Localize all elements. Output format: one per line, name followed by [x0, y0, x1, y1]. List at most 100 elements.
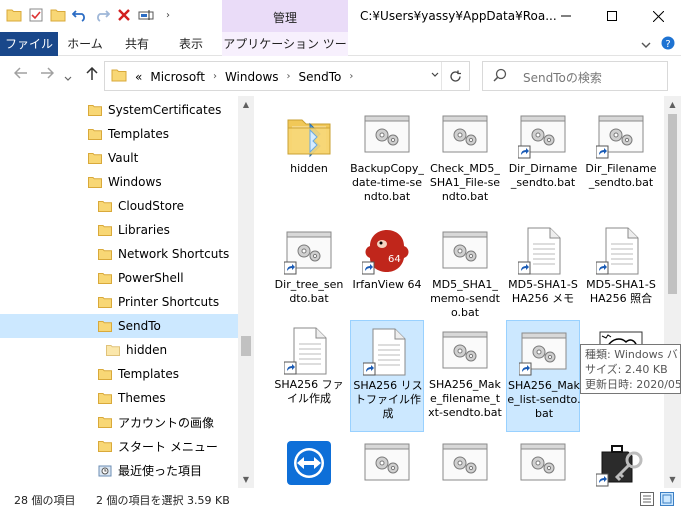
scrollbar-thumb[interactable] — [668, 114, 677, 294]
nav-item-label: SystemCertificates — [108, 103, 222, 117]
scroll-up-icon[interactable]: ▲ — [664, 100, 681, 109]
file-item[interactable]: MD5-SHA1-SHA256 メモ — [506, 220, 580, 316]
svg-text:64: 64 — [388, 254, 401, 265]
file-item[interactable]: SHA256_Make_filename_txt-sendto.bat — [428, 320, 502, 432]
minimize-button[interactable] — [543, 0, 589, 32]
folder-icon — [106, 344, 120, 356]
search-box[interactable]: SendToの検索 — [482, 61, 668, 91]
file-item-label: Dir_Filename_sendto.bat — [585, 162, 657, 189]
file-item-label: MD5-SHA1-SHA256 メモ — [508, 278, 578, 305]
file-list: hidden BackupCopy_date-time-sendto.bat Che… — [260, 96, 664, 488]
forward-button[interactable] — [40, 67, 55, 83]
rename-icon[interactable] — [138, 7, 154, 23]
folder-icon[interactable] — [6, 7, 22, 23]
folder-icon — [111, 68, 127, 85]
close-button[interactable] — [635, 0, 681, 32]
nav-item-systemcertificates[interactable]: SystemCertificates — [0, 98, 238, 122]
manage-context-tab[interactable]: 管理 — [222, 0, 348, 32]
nav-item-templates[interactable]: Templates — [0, 362, 238, 386]
file-item[interactable]: Check_MD5_SHA1_File-sendto.bat — [428, 104, 502, 216]
breadcrumb-separator-icon[interactable]: › — [287, 71, 291, 82]
breadcrumb-microsoft[interactable]: Microsoft — [150, 70, 205, 84]
nav-item-powershell[interactable]: PowerShell — [0, 266, 238, 290]
maximize-button[interactable] — [589, 0, 635, 32]
new-folder-icon[interactable] — [50, 7, 66, 23]
nav-item-label: Libraries — [118, 223, 170, 237]
tab-view[interactable]: 表示 — [162, 32, 220, 56]
folder-icon — [98, 296, 112, 308]
nav-item-sendto[interactable]: SendTo — [0, 314, 238, 338]
recent-items-icon — [98, 464, 112, 477]
nav-item-[interactable]: アカウントの画像 — [0, 410, 238, 434]
nav-item-printer-shortcuts[interactable]: Printer Shortcuts — [0, 290, 238, 314]
large-icons-view-icon[interactable] — [660, 492, 674, 506]
file-item[interactable]: MD5_SHA1_memo-sendto.bat — [428, 220, 502, 319]
address-bar[interactable]: « Microsoft › Windows › SendTo › — [104, 61, 470, 91]
breadcrumb-overflow[interactable]: « — [135, 70, 142, 84]
file-item[interactable]: Dir_tree_sendto.bat — [272, 220, 346, 316]
file-item[interactable]: TeamViewer — [272, 432, 346, 488]
customize-toolbar-icon[interactable]: › — [160, 7, 176, 23]
refresh-button[interactable] — [441, 62, 469, 90]
nav-item-themes[interactable]: Themes — [0, 386, 238, 410]
properties-icon[interactable] — [28, 7, 44, 23]
file-item[interactable]: BackupCopy_date-time-sendto.bat — [350, 104, 424, 216]
nav-item-network-shortcuts[interactable]: Network Shortcuts — [0, 242, 238, 266]
file-item-label: SHA256_Make_filename_txt-sendto.bat — [428, 378, 502, 419]
file-item[interactable]: Dir_Dirname_sendto.bat — [506, 104, 580, 216]
nav-item-[interactable]: 最近使った項目 — [0, 458, 238, 482]
breadcrumb-sendto[interactable]: SendTo — [299, 70, 342, 84]
scroll-down-icon[interactable]: ▼ — [238, 475, 254, 484]
file-item[interactable]: スタートアップ — [584, 432, 658, 488]
scroll-up-icon[interactable]: ▲ — [238, 100, 254, 109]
file-item[interactable]: VMware Player — [350, 432, 424, 488]
scrollbar-thumb[interactable] — [241, 336, 251, 356]
back-button[interactable] — [13, 67, 28, 83]
document-icon — [595, 226, 646, 276]
file-item[interactable]: SHA256 ファイル作成 — [272, 320, 346, 432]
file-item[interactable]: Dir_Filename_sendto.bat — [584, 104, 658, 216]
nav-item-templates[interactable]: Templates — [0, 122, 238, 146]
file-item[interactable]: MD5-SHA1-SHA256 照合 — [584, 220, 658, 316]
file-list-scrollbar[interactable]: ▲ ▼ — [664, 96, 681, 488]
nav-item-vault[interactable]: Vault — [0, 146, 238, 170]
recent-locations-chevron-icon[interactable] — [64, 70, 72, 86]
ribbon-controls: ? — [641, 36, 675, 53]
breadcrumb-windows[interactable]: Windows — [225, 70, 279, 84]
tab-application-tools[interactable]: アプリケーション ツール — [222, 32, 348, 75]
batch-file-icon — [518, 438, 568, 488]
search-input[interactable]: SendToの検索 — [523, 69, 602, 86]
file-item-label: SHA256 ファイル作成 — [274, 378, 344, 405]
folder-icon — [88, 176, 102, 188]
details-view-icon[interactable] — [640, 492, 654, 506]
batch-file-icon — [595, 110, 646, 160]
window-title: C:¥Users¥yassy¥AppData¥Roa... — [360, 9, 557, 23]
file-item[interactable]: 64 IrfanView 64 — [350, 220, 424, 316]
navigation-pane-scrollbar[interactable]: ▲ ▼ — [238, 96, 254, 488]
file-item[interactable]: hidden — [272, 104, 346, 216]
file-item[interactable]: SHA256 リストファイル作成 — [350, 320, 424, 432]
file-item[interactable]: SHA256_Make_list-sendto.bat — [506, 320, 581, 432]
breadcrumb-separator-icon[interactable]: › — [349, 71, 353, 82]
help-icon[interactable]: ? — [661, 36, 675, 53]
tab-home[interactable]: ホーム — [58, 32, 112, 56]
redo-icon[interactable] — [94, 7, 110, 23]
nav-item-libraries[interactable]: Libraries — [0, 218, 238, 242]
breadcrumb-separator-icon[interactable]: › — [213, 71, 217, 82]
nav-item-label: 最近使った項目 — [118, 463, 203, 478]
up-button[interactable] — [86, 66, 98, 85]
address-dropdown-icon[interactable] — [431, 70, 439, 81]
file-item[interactable]: WinMerge file — [506, 432, 580, 488]
delete-icon[interactable] — [116, 7, 132, 23]
nav-item-label: hidden — [126, 343, 168, 357]
scroll-down-icon[interactable]: ▼ — [664, 475, 681, 484]
nav-item-[interactable]: スタート メニュー — [0, 434, 238, 458]
nav-item-hidden[interactable]: hidden — [0, 338, 238, 362]
tab-share[interactable]: 共有 — [112, 32, 162, 56]
nav-item-cloudstore[interactable]: CloudStore — [0, 194, 238, 218]
nav-item-windows[interactable]: Windows — [0, 170, 238, 194]
tab-file[interactable]: ファイル — [0, 32, 58, 56]
undo-icon[interactable] — [72, 7, 88, 23]
file-item[interactable]: VMware Player — [428, 432, 502, 488]
expand-ribbon-icon[interactable] — [641, 38, 651, 52]
